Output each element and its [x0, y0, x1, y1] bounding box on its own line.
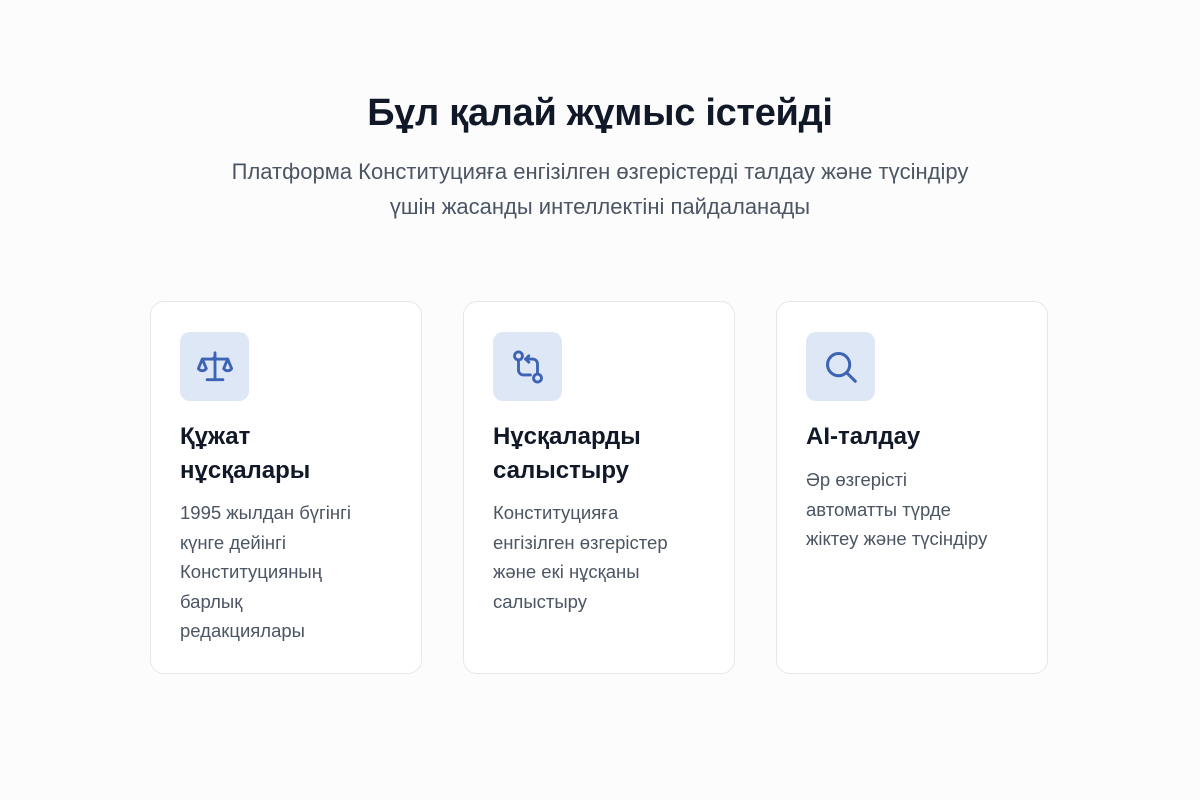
card-title-line: нұсқалары	[180, 457, 311, 484]
card-title-line: Құжат	[180, 423, 251, 450]
feature-card-document-versions: Құжат нұсқалары 1995 жылдан бүгінгі күнг…	[150, 301, 422, 674]
card-desc-line: 1995 жылдан бүгінгі	[180, 502, 351, 523]
card-desc-line: Конституцияның	[180, 561, 322, 582]
card-icon-container	[180, 332, 249, 401]
card-desc-line: Әр өзгерісті	[806, 469, 907, 490]
subtitle-line: Платформа Конституцияға енгізілген өзгер…	[231, 159, 969, 184]
card-title: Нұсқаларды салыстыру	[493, 420, 713, 488]
card-title-line: AI-талдау	[806, 423, 921, 450]
feature-card-ai-analysis: AI-талдау Әр өзгерісті автоматты түрде ж…	[776, 301, 1048, 674]
card-desc-line: және екі нұсқаны	[493, 561, 640, 582]
compare-icon	[512, 350, 543, 383]
card-title-line: Нұсқаларды	[493, 423, 641, 450]
feature-cards: Құжат нұсқалары 1995 жылдан бүгінгі күнг…	[150, 301, 1051, 676]
card-desc-line: редакциялары	[180, 620, 305, 641]
card-icon-container	[493, 332, 562, 401]
card-title: Құжат нұсқалары	[180, 420, 400, 488]
card-desc-line: барлық	[180, 590, 243, 612]
card-desc-line: күнге дейінгі	[180, 531, 286, 553]
card-icon-container	[806, 332, 875, 401]
card-description: 1995 жылдан бүгінгі күнге дейінгі Консти…	[180, 498, 405, 646]
scales-icon	[196, 350, 233, 381]
card-desc-line: Конституцияға	[493, 502, 619, 523]
how-it-works-section: Бұл қалай жұмыс істейді Платформа Консти…	[0, 0, 1200, 800]
feature-card-compare-versions: Нұсқаларды салыстыру Конституцияға енгіз…	[463, 301, 735, 674]
card-title-line: салыстыру	[493, 457, 630, 484]
subtitle-line: үшін жасанды интеллектіні пайдаланады	[389, 194, 811, 219]
card-desc-line: салыстыру	[493, 590, 587, 612]
section-title: Бұл қалай жұмыс істейді	[367, 92, 833, 134]
card-desc-line: жіктеу және түсіндіру	[806, 528, 988, 549]
card-desc-line: автоматты түрде	[806, 498, 951, 520]
card-description: Әр өзгерісті автоматты түрде жіктеу және…	[806, 465, 1031, 554]
card-desc-line: енгізілген өзгерістер	[493, 531, 668, 553]
section-subtitle: Платформа Конституцияға енгізілген өзгер…	[200, 154, 1000, 224]
card-title: AI-талдау	[806, 420, 1026, 454]
search-icon	[825, 351, 857, 383]
card-description: Конституцияға енгізілген өзгерістер және…	[493, 498, 718, 616]
